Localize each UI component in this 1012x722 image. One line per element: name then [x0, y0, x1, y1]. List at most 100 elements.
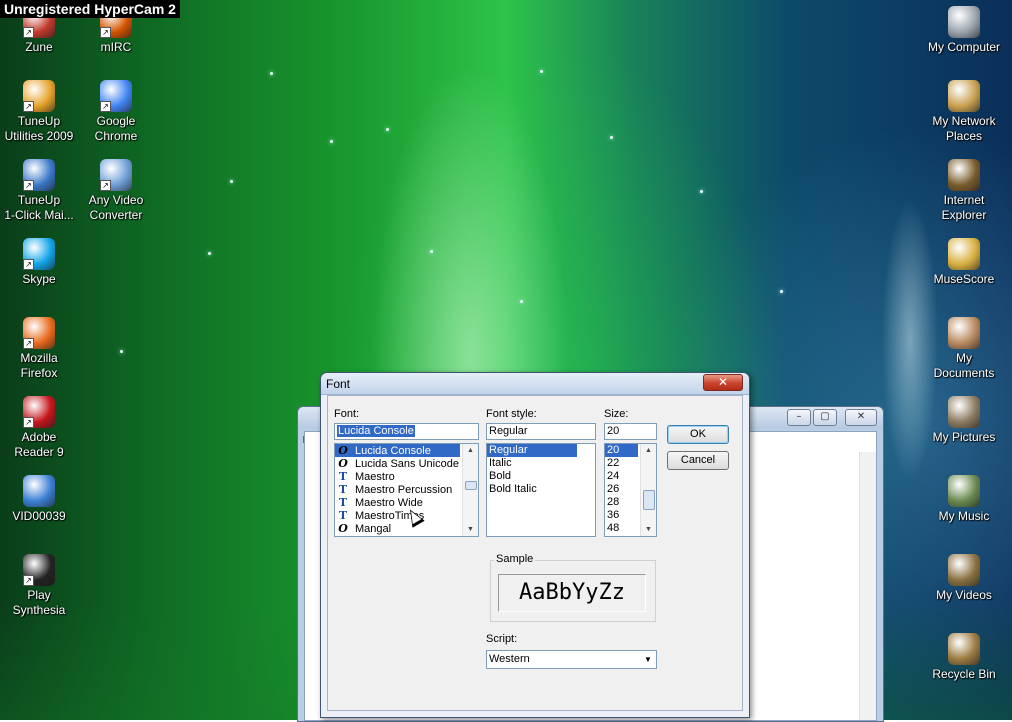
font-name-input[interactable]: Lucida Console — [334, 423, 479, 440]
list-item[interactable]: T Maestro — [335, 470, 478, 483]
font-style-input[interactable]: Regular — [486, 423, 596, 440]
synthesia-icon: ↗ — [23, 554, 55, 586]
video-file-icon — [23, 475, 55, 507]
desktop-icon[interactable]: ↗ Play Synthesia — [0, 554, 78, 618]
list-item-label: Maestro — [355, 471, 395, 483]
internet-explorer-icon — [948, 159, 980, 191]
minimize-button[interactable]: – — [787, 409, 811, 426]
adobe-reader-icon: ↗ — [23, 396, 55, 428]
desktop-icon[interactable]: MuseScore — [925, 238, 1003, 287]
desktop-icon-label: Play Synthesia — [12, 588, 66, 617]
list-item[interactable]: O Lucida Console — [335, 444, 460, 457]
list-item[interactable]: Regular — [487, 444, 577, 457]
opentype-font-icon: O — [338, 457, 348, 470]
font-label: Font: — [334, 408, 360, 420]
wallpaper-star — [230, 180, 233, 183]
list-item[interactable]: Bold — [487, 470, 595, 483]
desktop-icon-label: My Videos — [936, 588, 992, 602]
desktop-icon[interactable]: My Network Places — [925, 80, 1003, 144]
font-style-list[interactable]: Regular Italic Bold Bold Italic — [486, 443, 596, 537]
desktop-icon[interactable]: Internet Explorer — [925, 159, 1003, 223]
scroll-up-arrow[interactable]: ▲ — [463, 444, 478, 457]
list-item[interactable]: Italic — [487, 457, 595, 470]
scroll-thumb[interactable] — [465, 481, 477, 490]
scroll-down-arrow[interactable]: ▼ — [641, 523, 656, 536]
script-label: Script: — [486, 633, 518, 645]
shortcut-arrow-icon: ↗ — [100, 180, 111, 191]
sample-preview: AaBbYyZz — [498, 574, 646, 612]
desktop-icon-label: VID00039 — [12, 509, 66, 523]
opentype-font-icon: O — [338, 522, 348, 535]
list-item[interactable]: T Maestro Percussion — [335, 483, 478, 496]
desktop-icon[interactable]: My Documents — [925, 317, 1003, 381]
desktop-icon[interactable]: My Music — [925, 475, 1003, 524]
desktop-icon-label: TuneUp 1-Click Mai... — [4, 193, 74, 222]
desktop-icon-label: TuneUp Utilities 2009 — [4, 114, 74, 143]
wallpaper-star — [330, 140, 333, 143]
desktop-icon[interactable]: ↗ Adobe Reader 9 — [0, 396, 78, 460]
network-places-icon — [948, 80, 980, 112]
shortcut-arrow-icon: ↗ — [23, 417, 34, 428]
list-item-label: Italic — [489, 457, 512, 469]
desktop-icon[interactable]: My Computer — [925, 6, 1003, 55]
tuneup-utilities-icon: ↗ — [23, 80, 55, 112]
list-item-label: 28 — [607, 496, 620, 508]
desktop-icon[interactable]: ↗ TuneUp Utilities 2009 — [0, 80, 78, 144]
background-window-scrollbar[interactable] — [859, 452, 876, 720]
maximize-button[interactable]: ▢ — [813, 409, 837, 426]
script-value: Western — [489, 653, 530, 665]
opentype-font-icon: O — [338, 444, 348, 457]
font-list-scrollbar[interactable]: ▲ ▼ — [462, 444, 478, 536]
font-list[interactable]: O Lucida Console O Lucida Sans Unicode T Maes… — [334, 443, 479, 537]
hypercam-watermark: Unregistered HyperCam 2 — [0, 0, 180, 18]
shortcut-arrow-icon: ↗ — [23, 575, 34, 586]
scroll-up-arrow[interactable]: ▲ — [641, 444, 656, 457]
desktop-icon[interactable]: ↗ Google Chrome — [77, 80, 155, 144]
wallpaper-star — [430, 250, 433, 253]
size-label: Size: — [604, 408, 629, 420]
chevron-down-icon[interactable]: ▼ — [641, 652, 655, 667]
list-item-label: 26 — [607, 483, 620, 495]
scroll-down-arrow[interactable]: ▼ — [463, 523, 478, 536]
my-pictures-icon — [948, 396, 980, 428]
list-item[interactable]: 20 — [605, 444, 638, 457]
desktop-icon-label: mIRC — [100, 40, 132, 54]
ok-button[interactable]: OK — [667, 425, 729, 444]
close-button[interactable]: ✕ — [845, 409, 877, 426]
desktop-icon-label: My Network Places — [932, 114, 996, 143]
recycle-bin-icon — [948, 633, 980, 665]
shortcut-arrow-icon: ↗ — [23, 27, 34, 38]
shortcut-arrow-icon: ↗ — [23, 101, 34, 112]
sample-label: Sample — [494, 553, 536, 565]
size-list-scrollbar[interactable]: ▲ ▼ — [640, 444, 656, 536]
size-input[interactable]: 20 — [604, 423, 657, 440]
desktop-icon-label: Mozilla Firefox — [20, 351, 58, 380]
script-select[interactable]: Western ▼ — [486, 650, 657, 669]
desktop-icon[interactable]: ↗ TuneUp 1-Click Mai... — [0, 159, 78, 223]
font-dialog-titlebar[interactable]: Font ✕ — [321, 373, 749, 395]
dialog-title: Font — [326, 377, 351, 391]
list-item-label: Lucida Console — [355, 445, 431, 457]
dialog-close-button[interactable]: ✕ — [703, 374, 743, 391]
desktop-icon[interactable]: ↗ Any Video Converter — [77, 159, 155, 223]
scroll-thumb[interactable] — [643, 490, 655, 510]
list-item-label: Bold — [489, 470, 512, 482]
desktop-icon[interactable]: ↗ Skype — [0, 238, 78, 287]
font-dialog: Font ✕ Font: Lucida Console O Lucida Cons… — [320, 372, 750, 718]
any-video-converter-icon: ↗ — [100, 159, 132, 191]
wallpaper-star — [208, 252, 211, 255]
list-item[interactable]: O Mangal — [335, 522, 478, 535]
desktop-icon[interactable]: Recycle Bin — [925, 633, 1003, 682]
size-list[interactable]: 20 22 24 26 28 36 48 ▲ ▼ — [604, 443, 657, 537]
desktop-icon-label: Internet Explorer — [941, 193, 987, 222]
desktop-icon[interactable]: My Videos — [925, 554, 1003, 603]
cancel-button[interactable]: Cancel — [667, 451, 729, 470]
list-item[interactable]: O Lucida Sans Unicode — [335, 457, 478, 470]
list-item-label: Bold Italic — [489, 483, 537, 495]
list-item[interactable]: T Maestro Wide — [335, 496, 478, 509]
desktop-icon[interactable]: My Pictures — [925, 396, 1003, 445]
desktop-icon[interactable]: VID00039 — [0, 475, 78, 524]
list-item[interactable]: Bold Italic — [487, 483, 595, 496]
font-dialog-body: Font: Lucida Console O Lucida Console O Luc… — [327, 395, 743, 711]
desktop-icon[interactable]: ↗ Mozilla Firefox — [0, 317, 78, 381]
